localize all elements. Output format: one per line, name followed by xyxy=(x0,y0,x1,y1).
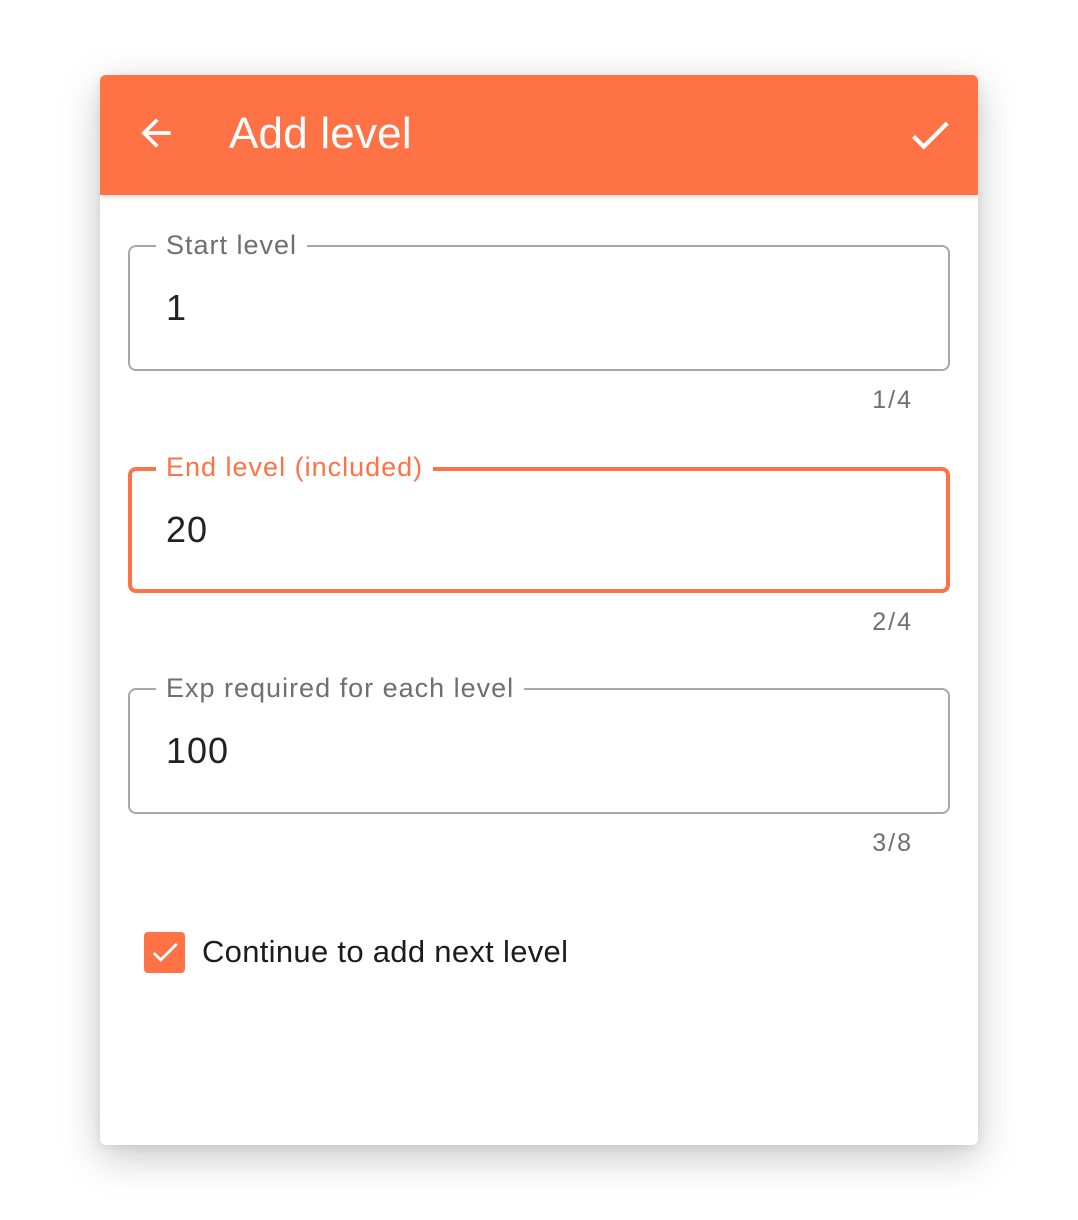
arrow-left-icon xyxy=(141,118,171,148)
end-level-label: End level (included) xyxy=(156,449,434,485)
back-button[interactable] xyxy=(128,105,184,161)
add-level-dialog: Add level Start level 1/4 End level (inc… xyxy=(100,75,978,1145)
exp-required-counter: 3/8 xyxy=(872,829,913,857)
end-level-counter: 2/4 xyxy=(872,608,913,636)
exp-required-label: Exp required for each level xyxy=(156,670,525,706)
start-level-input[interactable] xyxy=(166,287,906,329)
check-icon xyxy=(912,121,949,150)
start-level-field[interactable]: Start level xyxy=(128,227,950,371)
app-bar: Add level xyxy=(100,75,978,195)
checkmark-icon xyxy=(152,942,178,962)
end-level-input[interactable] xyxy=(166,509,906,551)
start-level-label: Start level xyxy=(156,227,308,263)
start-level-counter: 1/4 xyxy=(872,386,913,414)
page-title: Add level xyxy=(229,109,412,158)
confirm-button[interactable] xyxy=(900,105,960,165)
continue-checkbox-label: Continue to add next level xyxy=(202,934,569,969)
continue-checkbox[interactable] xyxy=(144,931,185,973)
exp-required-input[interactable] xyxy=(166,730,906,772)
end-level-field[interactable]: End level (included) xyxy=(128,449,950,593)
exp-required-field[interactable]: Exp required for each level xyxy=(128,670,950,814)
continue-checkbox-row[interactable]: Continue to add next level xyxy=(144,931,568,973)
